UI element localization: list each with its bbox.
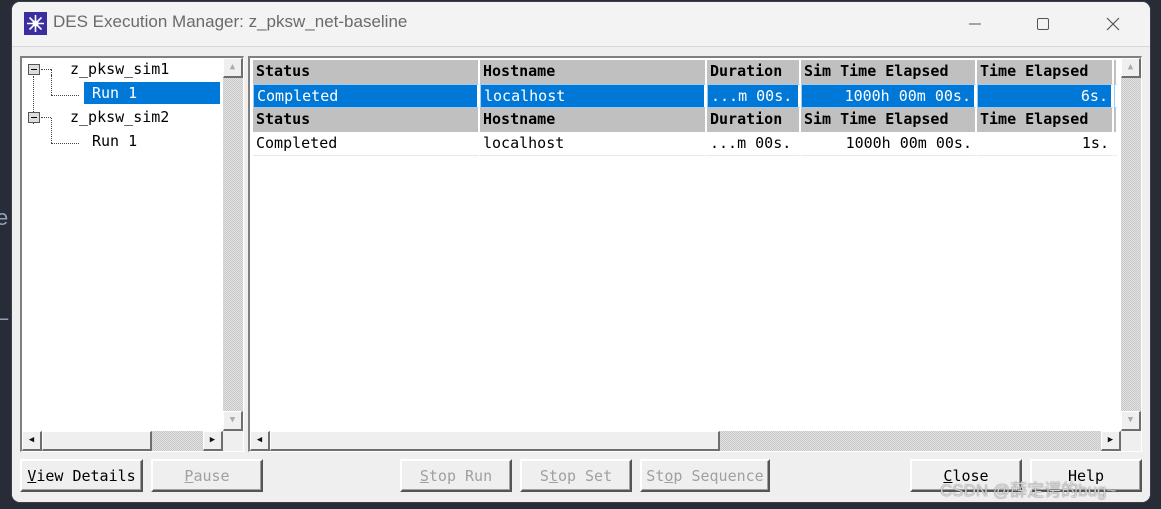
column-header-sim-time-elapsed[interactable]: Sim Time Elapsed: [801, 108, 977, 132]
pause-button[interactable]: Pause: [151, 459, 263, 492]
scroll-left-button[interactable]: ◀: [22, 431, 42, 451]
cell-time-elapsed: 6s.: [977, 84, 1114, 108]
scroll-up-button[interactable]: ▲: [223, 58, 243, 78]
mnemonic-key: V: [27, 466, 37, 485]
scroll-right-button[interactable]: ▶: [1101, 431, 1121, 451]
stop-sequence-button[interactable]: St o p Sequence: [640, 459, 770, 492]
button-label-part: top Run: [428, 466, 493, 485]
tree-connector: [51, 118, 52, 143]
simulation-tree-panel: z_pksw_sim1 Run 1 z_pksw_sim2 Run 1 ▲ ▼ …: [20, 56, 244, 452]
grid-hscroll-thumb[interactable]: [270, 431, 720, 451]
column-header-hostname[interactable]: Hostname: [480, 108, 707, 132]
cell-sim-time-elapsed: 1000h 00m 00s.: [801, 84, 977, 108]
cell-filler: [1114, 132, 1118, 156]
cell-time-elapsed: 1s.: [977, 132, 1114, 156]
simulation-tree: z_pksw_sim1 Run 1 z_pksw_sim2 Run 1: [22, 58, 223, 431]
grid-header-row: Status Hostname Duration Sim Time Elapse…: [253, 60, 1118, 84]
column-header-time-elapsed[interactable]: Time Elapsed: [977, 60, 1114, 84]
mnemonic-key: S: [419, 466, 429, 485]
tree-horizontal-scrollbar[interactable]: ◀ ▶: [22, 431, 223, 451]
cell-hostname: localhost: [480, 84, 707, 108]
scrollbar-corner: [1121, 431, 1141, 451]
scroll-down-button[interactable]: ▼: [223, 411, 243, 431]
stop-set-button[interactable]: St op Set: [520, 459, 632, 492]
close-window-button[interactable]: [1090, 2, 1136, 46]
scrollbar-corner: [223, 431, 243, 451]
cell-status: Completed: [253, 84, 480, 108]
button-label-part: op Set: [557, 466, 613, 485]
column-header-filler: [1114, 60, 1118, 84]
stop-run-button[interactable]: Stop Run: [400, 459, 512, 492]
column-header-status[interactable]: Status: [253, 60, 480, 84]
button-label-part: p Sequence: [673, 466, 764, 485]
maximize-button[interactable]: [1020, 2, 1066, 46]
scroll-right-button[interactable]: ▶: [203, 431, 223, 451]
grid-horizontal-scrollbar[interactable]: ◀ ▶: [250, 431, 1121, 451]
cell-duration: ...m 00s.: [707, 84, 801, 108]
background-text-fragment: –: [0, 305, 8, 331]
table-row[interactable]: Completed localhost ...m 00s. 1000h 00m …: [253, 84, 1118, 108]
run-status-grid-panel: Status Hostname Duration Sim Time Elapse…: [248, 56, 1142, 452]
title-bar: DES Execution Manager: z_pksw_net-baseli…: [12, 2, 1150, 46]
cell-hostname: localhost: [480, 132, 707, 156]
button-label-part: ause: [193, 466, 230, 485]
scroll-left-button[interactable]: ◀: [250, 431, 270, 451]
cell-sim-time-elapsed: 1000h 00m 00s.: [801, 132, 977, 156]
tree-hscroll-thumb[interactable]: [42, 431, 152, 451]
grid-header-row: Status Hostname Duration Sim Time Elapse…: [253, 108, 1118, 132]
tree-vertical-scrollbar[interactable]: ▲ ▼: [223, 58, 243, 431]
app-icon: [24, 12, 47, 35]
maximize-icon: [1037, 18, 1049, 30]
client-area: z_pksw_sim1 Run 1 z_pksw_sim2 Run 1 ▲ ▼ …: [12, 46, 1150, 502]
cell-duration: ...m 00s.: [707, 132, 801, 156]
column-header-sim-time-elapsed[interactable]: Sim Time Elapsed: [801, 60, 977, 84]
tree-node-sim1-run1[interactable]: Run 1: [84, 82, 220, 104]
mnemonic-key: t: [548, 466, 558, 485]
close-icon: [1106, 17, 1120, 31]
minimize-button[interactable]: [952, 2, 998, 46]
scroll-up-button[interactable]: ▲: [1121, 58, 1141, 78]
collapse-toggle-sim1[interactable]: [28, 64, 40, 75]
watermark-text: CSDN @薛定谔的bug~: [940, 481, 1117, 500]
tree-node-sim2-run1[interactable]: Run 1: [92, 130, 137, 152]
run-status-grid: Status Hostname Duration Sim Time Elapse…: [250, 58, 1121, 431]
tree-node-z-pksw-sim1[interactable]: z_pksw_sim1: [70, 58, 169, 80]
table-row[interactable]: Completed localhost ...m 00s. 1000h 00m …: [253, 132, 1118, 156]
column-header-status[interactable]: Status: [253, 108, 480, 132]
tree-connector: [41, 69, 51, 70]
des-execution-manager-window: DES Execution Manager: z_pksw_net-baseli…: [12, 2, 1150, 502]
mnemonic-key: P: [184, 466, 194, 485]
tree-node-z-pksw-sim2[interactable]: z_pksw_sim2: [70, 106, 169, 128]
column-header-time-elapsed[interactable]: Time Elapsed: [977, 108, 1114, 132]
tree-connector: [51, 143, 79, 144]
scroll-down-button[interactable]: ▼: [1121, 411, 1141, 431]
cell-filler: [1114, 84, 1118, 108]
window-title: DES Execution Manager: z_pksw_net-baseli…: [53, 12, 408, 31]
cell-status: Completed: [253, 132, 480, 156]
column-header-hostname[interactable]: Hostname: [480, 60, 707, 84]
minimize-icon: [969, 23, 981, 25]
column-header-duration[interactable]: Duration: [707, 60, 801, 84]
button-label-part: St: [646, 466, 665, 485]
column-header-filler: [1114, 108, 1118, 132]
collapse-toggle-sim2[interactable]: [28, 112, 40, 123]
tree-connector: [41, 117, 51, 118]
button-label-part: S: [539, 466, 549, 485]
button-label-part: iew Details: [36, 466, 136, 485]
tree-connector: [51, 95, 79, 96]
tree-connector: [51, 75, 52, 95]
grid-vertical-scrollbar[interactable]: ▲ ▼: [1121, 58, 1141, 431]
mnemonic-key: o: [664, 466, 674, 485]
view-details-button[interactable]: View Details: [20, 459, 143, 492]
column-header-duration[interactable]: Duration: [707, 108, 801, 132]
background-text-fragment: e: [0, 205, 9, 230]
